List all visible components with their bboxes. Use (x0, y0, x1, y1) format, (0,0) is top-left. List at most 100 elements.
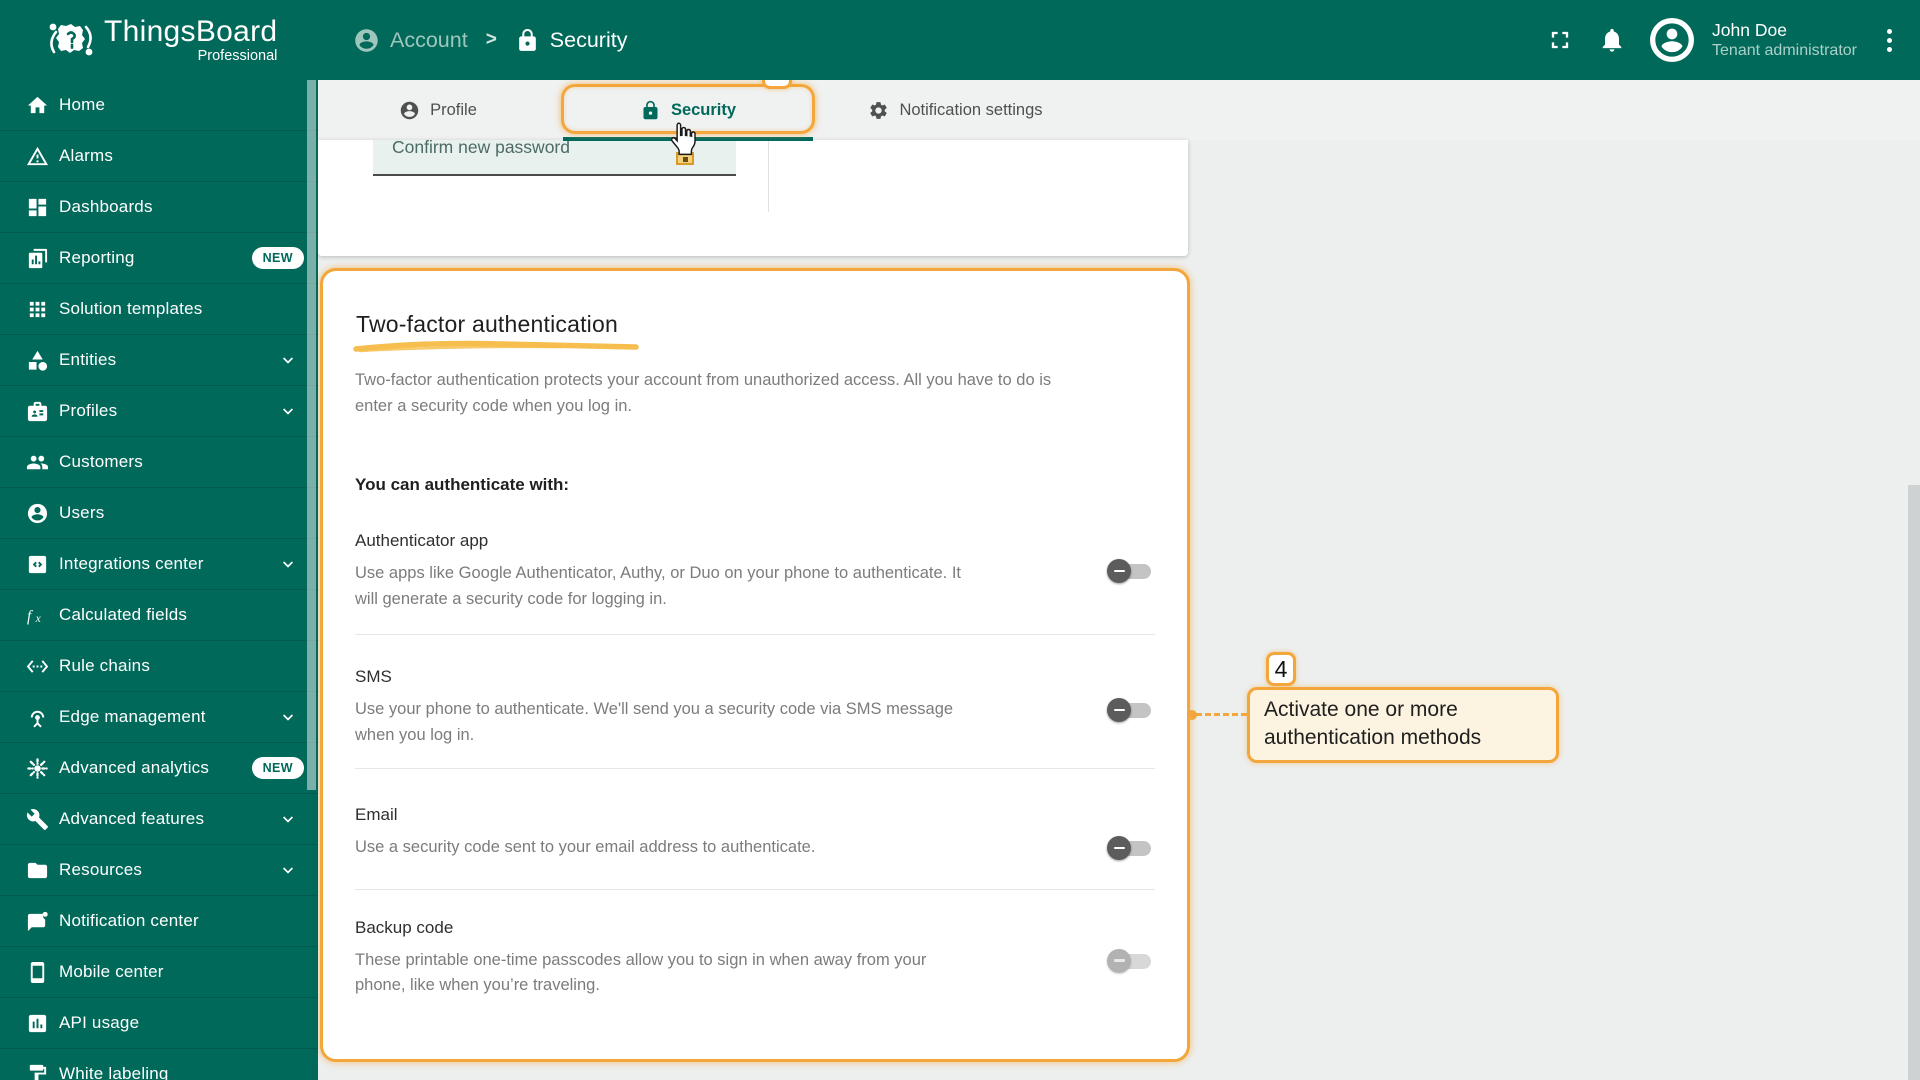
method-description: Use apps like Google Authenticator, Auth… (355, 564, 962, 608)
marker-underline (353, 340, 639, 353)
confirm-new-password-label: Confirm new password (392, 140, 570, 157)
sidebar-item-users[interactable]: Users (0, 488, 318, 539)
sidebar-item-notification-center[interactable]: Notification center (0, 896, 318, 947)
sidebar-item-reporting[interactable]: Reporting NEW (0, 233, 318, 284)
toggle-email[interactable] (1107, 835, 1153, 861)
sidebar-item-customers[interactable]: Customers (0, 437, 318, 488)
sidebar-item-label: Edge management (59, 707, 206, 726)
kebab-menu-icon[interactable] (1881, 25, 1898, 56)
sidebar-item-label: Notification center (59, 911, 199, 930)
sidebar-item-alarms[interactable]: Alarms (0, 131, 318, 182)
sidebar-item-label: Reporting (59, 248, 135, 267)
sidebar-item-label: Mobile center (59, 962, 164, 981)
user-info[interactable]: John Doe Tenant administrator (1712, 19, 1857, 61)
chevron-down-icon (283, 561, 293, 568)
breadcrumb-separator: > (485, 29, 497, 50)
report-chart-icon (28, 248, 48, 268)
toggle-sms[interactable] (1107, 697, 1153, 723)
step4-badge: 4 (1266, 652, 1296, 686)
sidebar: Home Alarms Dashboards Reporting NEW Solution… (0, 80, 318, 1080)
sidebar-item-solution-templates[interactable]: Solution templates (0, 284, 318, 335)
message-icon (27, 911, 48, 931)
toggle-backup-code[interactable] (1107, 948, 1153, 974)
dashboard-icon (28, 198, 47, 216)
change-password-card: Confirm new password (318, 140, 1188, 256)
sidebar-item-label: Advanced analytics (59, 758, 210, 777)
sidebar-item-advanced-analytics[interactable]: Advanced analytics NEW (0, 743, 318, 794)
app-title: ThingsBoard (104, 15, 278, 48)
svg-text:x: x (35, 613, 42, 625)
auth-methods-list: Authenticator app Use apps like Google Au… (355, 509, 1155, 1021)
fullscreen-icon[interactable] (1546, 26, 1574, 54)
account-icon (27, 503, 48, 523)
two-factor-section: Two-factor authentication Two-factor aut… (320, 268, 1190, 1062)
warning-icon (26, 146, 49, 165)
method-description: Use a security code sent to your email a… (355, 838, 816, 856)
ethernet-icon (26, 659, 49, 673)
sidebar-item-advanced-features[interactable]: Advanced features (0, 794, 318, 845)
sidebar-item-resources[interactable]: Resources (0, 845, 318, 896)
thingsboard-logo[interactable]: ThingsBoard Professional (44, 12, 277, 66)
toggle-thumb (1107, 559, 1131, 583)
tab-label: Profile (430, 100, 477, 119)
sidebar-item-calculated-fields[interactable]: f x Calculated fields (0, 590, 318, 641)
auth-method-authenticator-app: Authenticator app Use apps like Google Au… (355, 509, 1155, 635)
sidebar-item-label: Entities (59, 350, 117, 369)
tab-security[interactable]: Security (563, 80, 813, 140)
active-tab-indicator (563, 137, 813, 141)
thingsboard-logo-icon (49, 23, 93, 56)
people-icon (26, 455, 49, 469)
new-badge: NEW (251, 757, 304, 779)
two-factor-description: Two-factor authentication protects your … (355, 371, 1052, 415)
sidebar-item-label: Home (59, 95, 106, 114)
sidebar-scrollbar[interactable] (307, 80, 316, 790)
sidebar-item-api-usage[interactable]: API usage (0, 998, 318, 1049)
method-title: SMS (355, 667, 392, 686)
sidebar-item-label: API usage (59, 1013, 140, 1032)
sidebar-item-label: Dashboards (59, 197, 153, 216)
sidebar-item-mobile-center[interactable]: Mobile center (0, 947, 318, 998)
sidebar-item-white-labeling[interactable]: White labeling (0, 1049, 318, 1080)
folder-icon (27, 862, 48, 878)
home-icon (27, 96, 48, 113)
sidebar-item-rule-chains[interactable]: Rule chains (0, 641, 318, 692)
tab-profile[interactable]: Profile (328, 80, 548, 140)
method-title: Email (355, 805, 398, 824)
notifications-bell-icon[interactable] (1598, 26, 1626, 54)
chevron-down-icon (283, 816, 293, 823)
header-actions: John Doe Tenant administrator (1546, 0, 1898, 80)
antenna-icon (30, 710, 45, 727)
app-header: ThingsBoard Professional Account > Secur… (0, 0, 1920, 80)
sidebar-item-label: Integrations center (59, 554, 204, 573)
sidebar-item-label: Users (59, 503, 105, 522)
toggle-thumb (1107, 948, 1131, 973)
method-description: Use your phone to authenticate. We'll se… (355, 700, 954, 744)
chevron-down-icon (283, 867, 293, 874)
page-scrollbar[interactable] (1908, 485, 1920, 1080)
breadcrumb: Account > Security (353, 0, 627, 80)
sidebar-item-label: Resources (59, 860, 143, 879)
method-title: Authenticator app (355, 531, 489, 550)
callout-connector-dot (1187, 710, 1197, 720)
sidebar-item-entities[interactable]: Entities (0, 335, 318, 386)
tab-notification-settings[interactable]: Notification settings (813, 80, 1098, 140)
sidebar-item-edge-management[interactable]: Edge management (0, 692, 318, 743)
sidebar-item-integrations-center[interactable]: Integrations center (0, 539, 318, 590)
sidebar-item-label: Alarms (59, 146, 114, 165)
toggle-authenticator-app[interactable] (1107, 558, 1153, 584)
apps-grid-icon (29, 301, 46, 317)
sidebar-menu: Home Alarms Dashboards Reporting NEW Solution… (0, 80, 318, 1080)
chart-box-icon (28, 1014, 47, 1032)
thingsboard-app: ThingsBoard Professional Account > Secur… (0, 0, 1920, 1080)
breadcrumb-account[interactable]: Account (390, 28, 468, 53)
breadcrumb-security: Security (549, 27, 628, 52)
chevron-down-icon (283, 357, 293, 364)
paint-icon (29, 1064, 47, 1080)
auth-method-backup-code: Backup code These printable one-time pass… (355, 890, 1155, 1021)
sidebar-item-profiles[interactable]: Profiles (0, 386, 318, 437)
sidebar-item-dashboards[interactable]: Dashboards (0, 182, 318, 233)
sidebar-item-home[interactable]: Home (0, 80, 318, 131)
account-icon (400, 101, 419, 119)
user-avatar[interactable] (1650, 18, 1695, 62)
toggle-off-dash-icon (1113, 846, 1125, 850)
